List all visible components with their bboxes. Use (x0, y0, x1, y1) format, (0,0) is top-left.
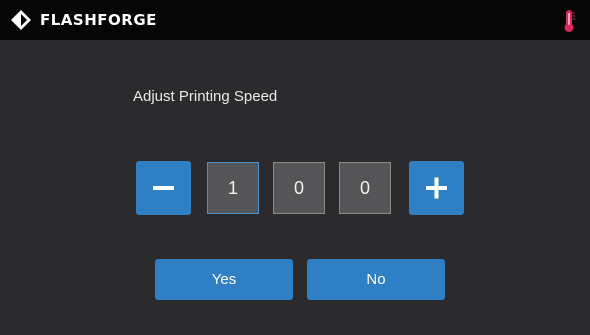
decrease-speed-button[interactable] (136, 161, 191, 215)
plus-icon (426, 177, 447, 199)
yes-button[interactable]: Yes (155, 259, 293, 300)
top-bar: FLASHFORGE (0, 0, 590, 40)
flashforge-diamond-icon (11, 10, 31, 30)
brand-logo: FLASHFORGE (10, 9, 157, 31)
speed-digit-ones[interactable]: 0 (339, 162, 391, 214)
no-button[interactable]: No (307, 259, 445, 300)
increase-speed-button[interactable] (409, 161, 464, 215)
thermometer-icon[interactable] (562, 9, 576, 33)
dialog-title: Adjust Printing Speed (133, 88, 278, 105)
minus-icon (153, 186, 174, 190)
speed-digit-hundreds[interactable]: 1 (207, 162, 259, 214)
speed-digit-tens[interactable]: 0 (273, 162, 325, 214)
brand-name: FLASHFORGE (40, 11, 157, 29)
